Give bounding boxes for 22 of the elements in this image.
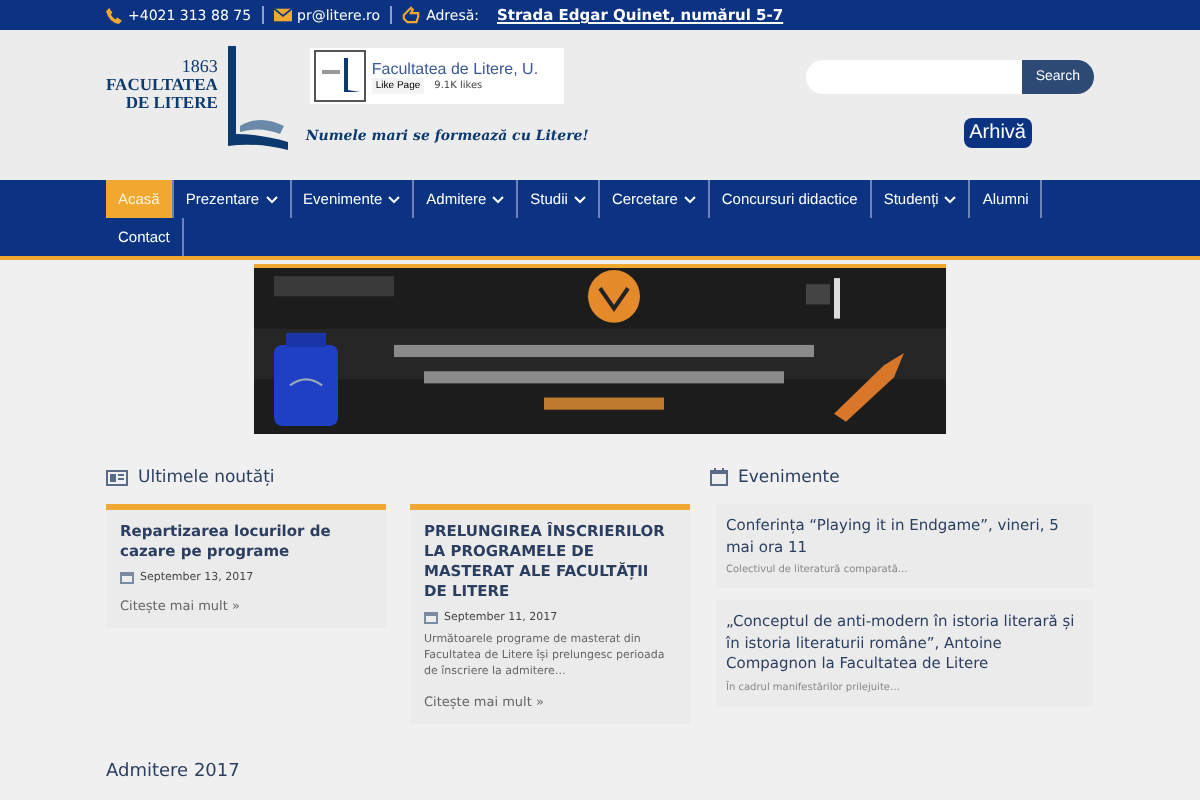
section-title: Ultimele noutăți: [138, 467, 275, 487]
archive-button[interactable]: Arhivă: [963, 118, 1032, 148]
caret-icon: [265, 195, 278, 203]
section-title: Evenimente: [738, 467, 840, 487]
section-heading: Admitere 2017: [106, 762, 240, 782]
calendar-icon: [710, 468, 728, 486]
caret-icon: [388, 195, 401, 203]
caret-icon: [492, 195, 505, 203]
caret-icon: [944, 195, 957, 203]
logo-text: DE LITERE: [125, 94, 218, 112]
logo-text: FACULTATEA: [106, 76, 218, 94]
newspaper-icon: [106, 469, 128, 485]
hand-pointer-icon: [402, 6, 421, 24]
calendar-icon: [120, 570, 134, 584]
logo-year: 1863: [181, 56, 218, 76]
page-name[interactable]: Facultatea de Litere, U.: [371, 59, 539, 77]
envelope-icon: [273, 8, 292, 22]
caret-icon: [573, 195, 586, 203]
search-field[interactable]: [805, 60, 1022, 94]
calendar-icon: [424, 610, 438, 624]
phone-icon: [106, 7, 122, 23]
caret-icon: [683, 195, 696, 203]
